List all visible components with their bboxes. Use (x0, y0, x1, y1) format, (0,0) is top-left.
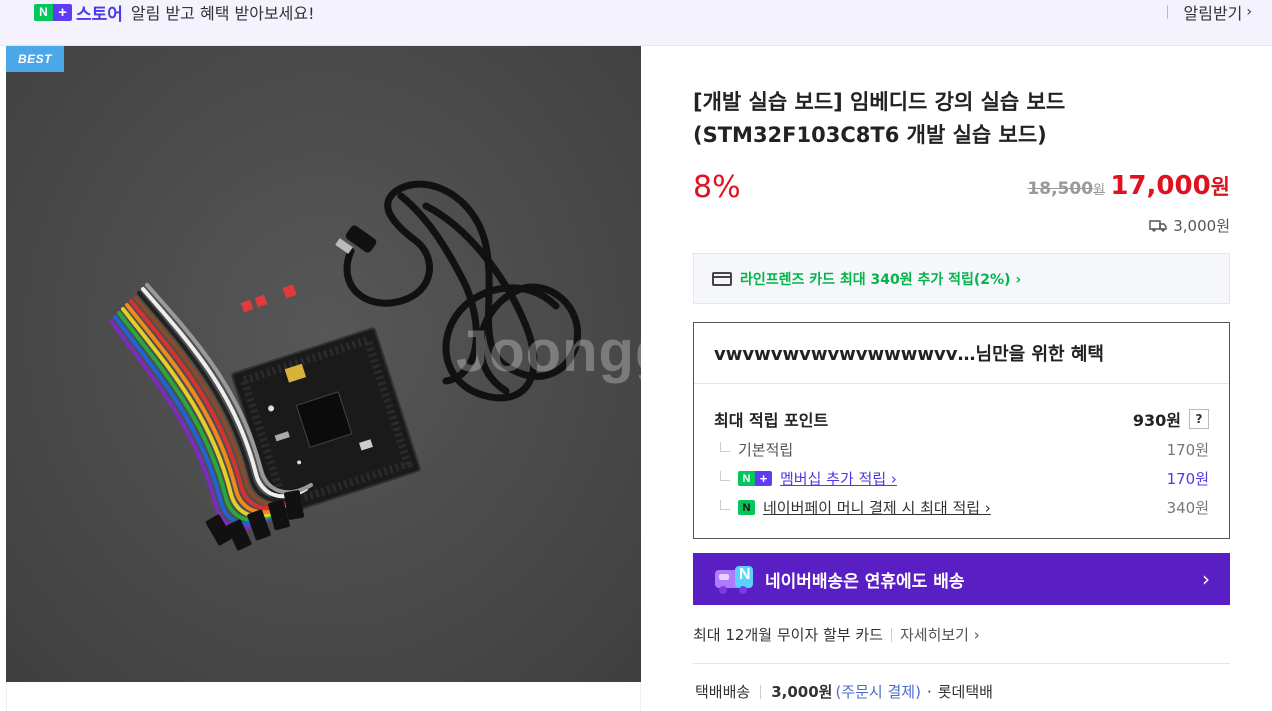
installment-text: 최대 12개월 무이자 할부 카드 (693, 626, 883, 644)
shipping-divider (760, 684, 762, 699)
naver-plus-membership-icon: N + (738, 471, 772, 486)
membership-n-mark: N (738, 471, 755, 486)
banner-divider (1166, 5, 1168, 19)
delivery-banner-text: 네이버배송은 연휴에도 배송 (765, 571, 965, 592)
benefit-item-npay-left: N 네이버페이 머니 결제 시 최대 적립 › (714, 497, 991, 518)
sale-price: 17,000원 (1110, 171, 1230, 201)
help-icon[interactable]: ? (1189, 408, 1209, 429)
product-title: [개발 실습 보드] 임베디드 강의 실습 보드 (STM32F103C8T6 … (693, 90, 1066, 147)
benefit-item-basic-value: 170원 (1166, 441, 1209, 459)
benefit-item-basic-left: 기본적립 (714, 439, 793, 460)
shipping-condition: (주문시 결제) (835, 683, 921, 701)
chevron-right-icon: › (1202, 567, 1210, 591)
banner-left: N + 스토어 알림 받고 혜택 받아보세요! (34, 0, 315, 25)
subscribe-alert-label: 알림받기 (1183, 4, 1243, 23)
benefit-item-basic: 기본적립 170원 (714, 435, 1209, 464)
sale-price-value: 17,000 (1110, 171, 1211, 201)
shipping-cost: 3,000원 (771, 683, 833, 701)
max-points-value: 930원 (1132, 410, 1181, 430)
naver-plus-store-logo[interactable]: N + (34, 3, 72, 21)
image-watermark: Joongg (456, 319, 641, 384)
shipping-dot: · (926, 682, 932, 701)
tree-branch-icon (720, 441, 730, 452)
installment-divider (890, 627, 892, 642)
benefit-item-basic-label: 기본적립 (738, 441, 794, 459)
npay-points-link[interactable]: 네이버페이 머니 결제 시 최대 적립 › (763, 497, 991, 518)
membership-points-link[interactable]: 멤버십 추가 적립 › (780, 468, 897, 489)
max-points-label: 최대 적립 포인트 (714, 410, 829, 430)
benefit-item-npay-value: 340원 (1166, 499, 1209, 517)
logo-n-mark: N (34, 3, 53, 21)
image-bottom-strip (6, 682, 641, 711)
max-points-row: 최대 적립 포인트 930원 ? (714, 404, 1209, 433)
naver-delivery-banner[interactable]: N 네이버배송은 연휴에도 배송 › (693, 553, 1230, 605)
tree-branch-icon (720, 499, 730, 510)
benefit-item-membership-value: 170원 (1166, 470, 1209, 488)
max-points-amount: 930원 ? (1133, 407, 1209, 431)
product-image[interactable]: BEST Joong (6, 46, 641, 682)
shipping-info-row: 택배배송 3,000원 (주문시 결제) · 롯데택배 (695, 681, 993, 702)
shipping-fee: 3,000원 (1149, 215, 1230, 236)
dev-board (231, 327, 421, 517)
benefit-item-membership-left: N + 멤버십 추가 적립 › (714, 468, 897, 489)
original-price-value: 18,500 (1027, 179, 1094, 199)
section-divider (693, 663, 1230, 664)
logo-plus-mark: + (53, 3, 72, 21)
benefit-body: 최대 적립 포인트 930원 ? 기본적립 170원 N + 멤버십 추가 적립… (694, 384, 1229, 522)
truck-icon (1149, 219, 1167, 232)
store-alert-banner: N + 스토어 알림 받고 혜택 받아보세요! 알림받기 › (0, 0, 1272, 46)
installment-details-link[interactable]: 자세히보기 › (900, 624, 980, 645)
original-price-unit: 원 (1093, 183, 1105, 198)
credit-card-icon (712, 271, 732, 286)
chevron-right-icon: › (1246, 4, 1252, 20)
original-price: 18,500원 (1027, 179, 1105, 199)
benefit-item-npay: N 네이버페이 머니 결제 시 최대 적립 › 340원 (714, 493, 1209, 522)
delivery-icon-letter: N (739, 566, 751, 583)
card-promo-text: 라인프렌즈 카드 최대 340원 추가 적립(2%) › (740, 271, 1022, 288)
membership-plus-mark: + (755, 471, 772, 486)
tree-branch-icon (720, 470, 730, 481)
store-name[interactable]: 스토어 (76, 0, 123, 25)
naver-pay-icon: N (738, 500, 755, 515)
shipping-fee-value: 3,000원 (1173, 217, 1230, 235)
sale-price-unit: 원 (1210, 175, 1230, 199)
usb-plug (335, 225, 377, 254)
card-promo-link[interactable]: 라인프렌즈 카드 최대 340원 추가 적립(2%) › (693, 253, 1230, 304)
shipping-method: 택배배송 (695, 683, 751, 701)
benefit-header: vwvwvwvwvwvwwwwvv…님만을 위한 혜택 (694, 323, 1229, 384)
installment-info: 최대 12개월 무이자 할부 카드 자세히보기 › (693, 624, 980, 645)
member-benefit-box: vwvwvwvwvwvwwwwvv…님만을 위한 혜택 최대 적립 포인트 93… (693, 322, 1230, 539)
benefit-item-membership: N + 멤버십 추가 적립 › 170원 (714, 464, 1209, 493)
banner-message: 알림 받고 혜택 받아보세요! (130, 4, 315, 23)
shipping-carrier: 롯데택배 (937, 683, 993, 701)
jumper-caps (240, 284, 297, 313)
subscribe-alert-button[interactable]: 알림받기 › (1166, 0, 1252, 24)
discount-rate: 8% (693, 170, 741, 205)
